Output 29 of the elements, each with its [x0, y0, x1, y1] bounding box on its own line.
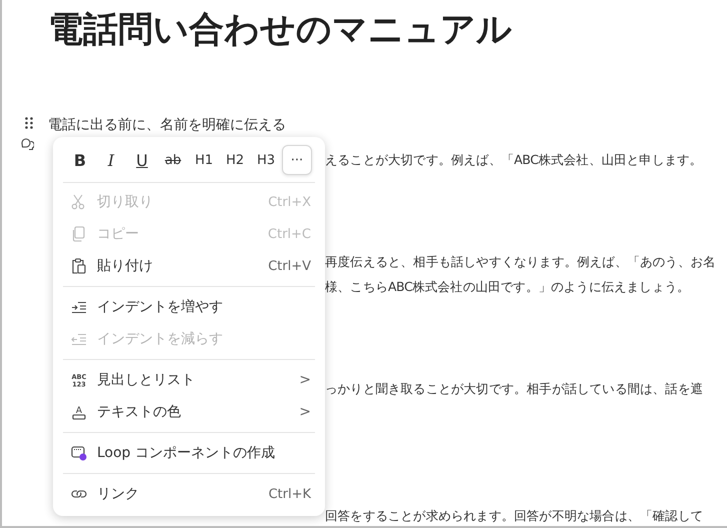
- comment-icon[interactable]: [21, 138, 34, 150]
- menu-item[interactable]: リンク Ctrl+K: [53, 478, 325, 510]
- menu-item[interactable]: A テキストの色 >: [53, 396, 325, 428]
- heading-text: 電話に出る前に、名前を明確に伝える: [48, 116, 287, 135]
- paragraph-text: えることが大切です。例えば、「ABC株式会社、山田と申します。: [325, 151, 704, 169]
- paragraph-text: っかりと聞き取ることが大切です。相手が話している間は、話を遮: [325, 380, 704, 398]
- menu-item[interactable]: 貼り付け Ctrl+V: [53, 250, 325, 282]
- indent-icon: [71, 332, 87, 346]
- paragraph-text: 様、こちらABC株式会社の山田です。」のように伝えましょう。: [325, 278, 691, 296]
- heading-button[interactable]: H1: [189, 145, 219, 175]
- link-icon: [71, 488, 87, 500]
- indent-icon: [71, 300, 87, 314]
- menu-item[interactable]: インデントを増やす: [53, 291, 325, 323]
- more-button[interactable]: ···: [282, 145, 312, 175]
- copy-icon: [71, 226, 85, 242]
- heading-button[interactable]: H3: [251, 145, 281, 175]
- paragraph-text: 回答をすることが求められます。回答が不明な場合は、「確認して: [325, 507, 704, 525]
- scissors-icon: [71, 194, 85, 210]
- clipboard-icon: [71, 258, 86, 274]
- heading-button[interactable]: H2: [220, 145, 250, 175]
- italic-button[interactable]: I: [96, 145, 126, 175]
- drag-handle-icon[interactable]: [25, 117, 33, 129]
- paragraph-text: 再度伝えると、相手も話しやすくなります。例えば、「あのう、お名: [325, 253, 717, 271]
- loop-icon: [71, 445, 87, 461]
- underline-button[interactable]: U: [127, 145, 157, 175]
- document-title: 電話問い合わせのマニュアル: [48, 9, 513, 52]
- menu-item[interactable]: Loop コンポーネントの作成: [53, 437, 325, 469]
- bold-button[interactable]: B: [65, 145, 95, 175]
- strike-button[interactable]: ab: [158, 145, 188, 175]
